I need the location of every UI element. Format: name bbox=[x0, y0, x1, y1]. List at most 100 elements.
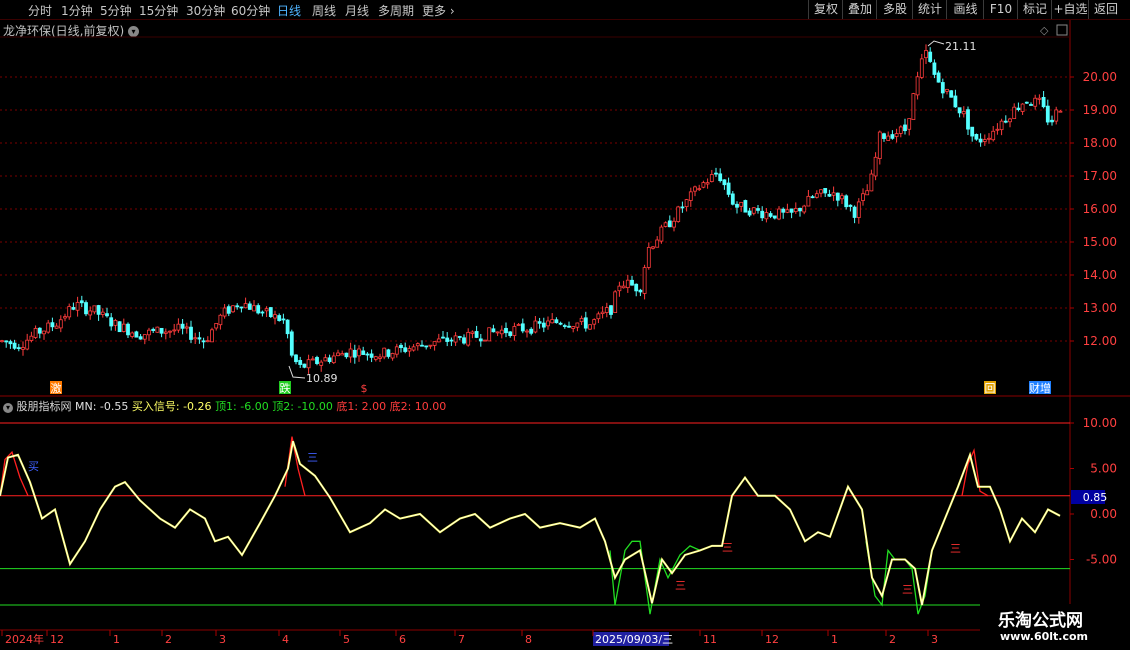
candle-body bbox=[159, 327, 164, 334]
toolbar-button-0[interactable]: 复权 bbox=[808, 0, 843, 19]
time-axis-label: 3 bbox=[219, 633, 226, 646]
event-marker: 激 bbox=[51, 381, 62, 395]
signal-green-spikes bbox=[609, 540, 701, 615]
candle-body bbox=[474, 331, 479, 338]
tab-2[interactable]: 5分钟 bbox=[100, 2, 132, 19]
candle-body bbox=[1045, 105, 1050, 123]
toolbar-button-1[interactable]: 叠加 bbox=[842, 0, 877, 19]
candle-body bbox=[596, 313, 601, 320]
candle-body bbox=[936, 72, 941, 83]
candle-body bbox=[105, 313, 109, 317]
tab-4[interactable]: 30分钟 bbox=[186, 2, 225, 19]
chart-canvas[interactable]: 买三三三三三 20.0019.0018.0017.0016.0015.0014.… bbox=[0, 20, 1130, 650]
candle-body bbox=[961, 111, 966, 115]
candle-body bbox=[155, 326, 160, 333]
candle-body bbox=[533, 320, 538, 333]
candle-body bbox=[462, 337, 466, 344]
candle-body bbox=[75, 302, 80, 311]
candle-body bbox=[294, 354, 298, 363]
tab-9[interactable]: 多周期 bbox=[378, 2, 414, 19]
candle-body bbox=[134, 331, 139, 338]
candle-body bbox=[424, 345, 429, 348]
candle-body bbox=[58, 319, 63, 329]
tab-8[interactable]: 月线 bbox=[345, 2, 369, 19]
toolbar-button-7[interactable]: +自选 bbox=[1051, 0, 1089, 19]
candle-body bbox=[604, 307, 609, 313]
candle-body bbox=[483, 339, 487, 342]
tab-7[interactable]: 周线 bbox=[312, 2, 336, 19]
toolbar-button-8[interactable]: 返回 bbox=[1088, 0, 1123, 19]
candle-body bbox=[399, 344, 403, 348]
indicator-axis-label: -5.00 bbox=[1086, 553, 1117, 567]
tab-6[interactable]: 日线 bbox=[277, 2, 301, 19]
signal-glyph: 三 bbox=[902, 583, 913, 596]
time-axis-label: 8 bbox=[525, 633, 532, 646]
toolbar-button-4[interactable]: 画线 bbox=[946, 0, 984, 19]
candle-body bbox=[302, 363, 307, 368]
candle-body bbox=[319, 361, 324, 366]
time-axis-label: 12 bbox=[50, 633, 64, 646]
tab-3[interactable]: 15分钟 bbox=[139, 2, 178, 19]
low-marker bbox=[288, 365, 306, 379]
time-axis-label: 7 bbox=[458, 633, 465, 646]
candle-body bbox=[730, 193, 735, 205]
candle-body bbox=[550, 319, 555, 324]
candle-body bbox=[974, 134, 979, 140]
time-axis-label: 4 bbox=[282, 633, 289, 646]
candle-body bbox=[415, 343, 420, 347]
candle-body bbox=[940, 82, 945, 94]
candle-body bbox=[575, 322, 580, 328]
candle-body bbox=[478, 338, 483, 342]
candle-body bbox=[172, 329, 177, 332]
candle-body bbox=[1058, 110, 1063, 113]
candle-body bbox=[432, 341, 437, 346]
candle-body bbox=[222, 307, 227, 317]
tab-1[interactable]: 1分钟 bbox=[61, 2, 93, 19]
toolbar-button-6[interactable]: 标记 bbox=[1017, 0, 1052, 19]
candle-body bbox=[802, 205, 807, 213]
toolbar-button-2[interactable]: 多股 bbox=[876, 0, 913, 19]
time-axis-label: 5 bbox=[343, 633, 350, 646]
candle-body bbox=[508, 331, 513, 336]
candle-body bbox=[491, 328, 496, 333]
tab-0[interactable]: 分时 bbox=[28, 2, 52, 19]
candle-body bbox=[348, 348, 353, 358]
toolbar-button-3[interactable]: 统计 bbox=[912, 0, 947, 19]
candle-body bbox=[621, 285, 626, 289]
candle-body bbox=[562, 325, 567, 327]
candle-body bbox=[789, 208, 794, 213]
candle-body bbox=[865, 190, 870, 196]
tab-5[interactable]: 60分钟 bbox=[231, 2, 270, 19]
candle-body bbox=[33, 327, 38, 338]
candle-body bbox=[617, 285, 622, 292]
candle-body bbox=[844, 195, 849, 208]
candle-body bbox=[121, 323, 126, 332]
candle-body bbox=[29, 335, 34, 341]
candle-body bbox=[277, 315, 282, 322]
candle-body bbox=[869, 173, 874, 192]
price-axis-label: 13.00 bbox=[1083, 301, 1117, 315]
candle-body bbox=[882, 133, 886, 139]
candle-body bbox=[747, 210, 752, 216]
candle-body bbox=[735, 203, 739, 208]
candle-body bbox=[583, 317, 588, 329]
candle-body bbox=[953, 95, 958, 108]
candle-body bbox=[117, 321, 122, 333]
candle-body bbox=[1033, 97, 1038, 107]
candle-body bbox=[785, 209, 790, 213]
candle-body bbox=[1041, 97, 1046, 108]
candle-body bbox=[403, 347, 408, 352]
candle-body bbox=[525, 330, 529, 333]
candle-body bbox=[184, 326, 189, 329]
toolbar-button-5[interactable]: F10 bbox=[983, 0, 1018, 19]
candle-body bbox=[852, 206, 857, 218]
candle-body bbox=[600, 311, 605, 315]
candle-body bbox=[903, 124, 907, 132]
candle-body bbox=[701, 182, 706, 188]
candle-body bbox=[680, 206, 685, 209]
candle-body bbox=[718, 173, 723, 182]
candle-body bbox=[751, 207, 756, 214]
candle-body bbox=[21, 347, 25, 350]
tab-10[interactable]: 更多 › bbox=[422, 2, 455, 19]
candle-body bbox=[109, 317, 114, 327]
